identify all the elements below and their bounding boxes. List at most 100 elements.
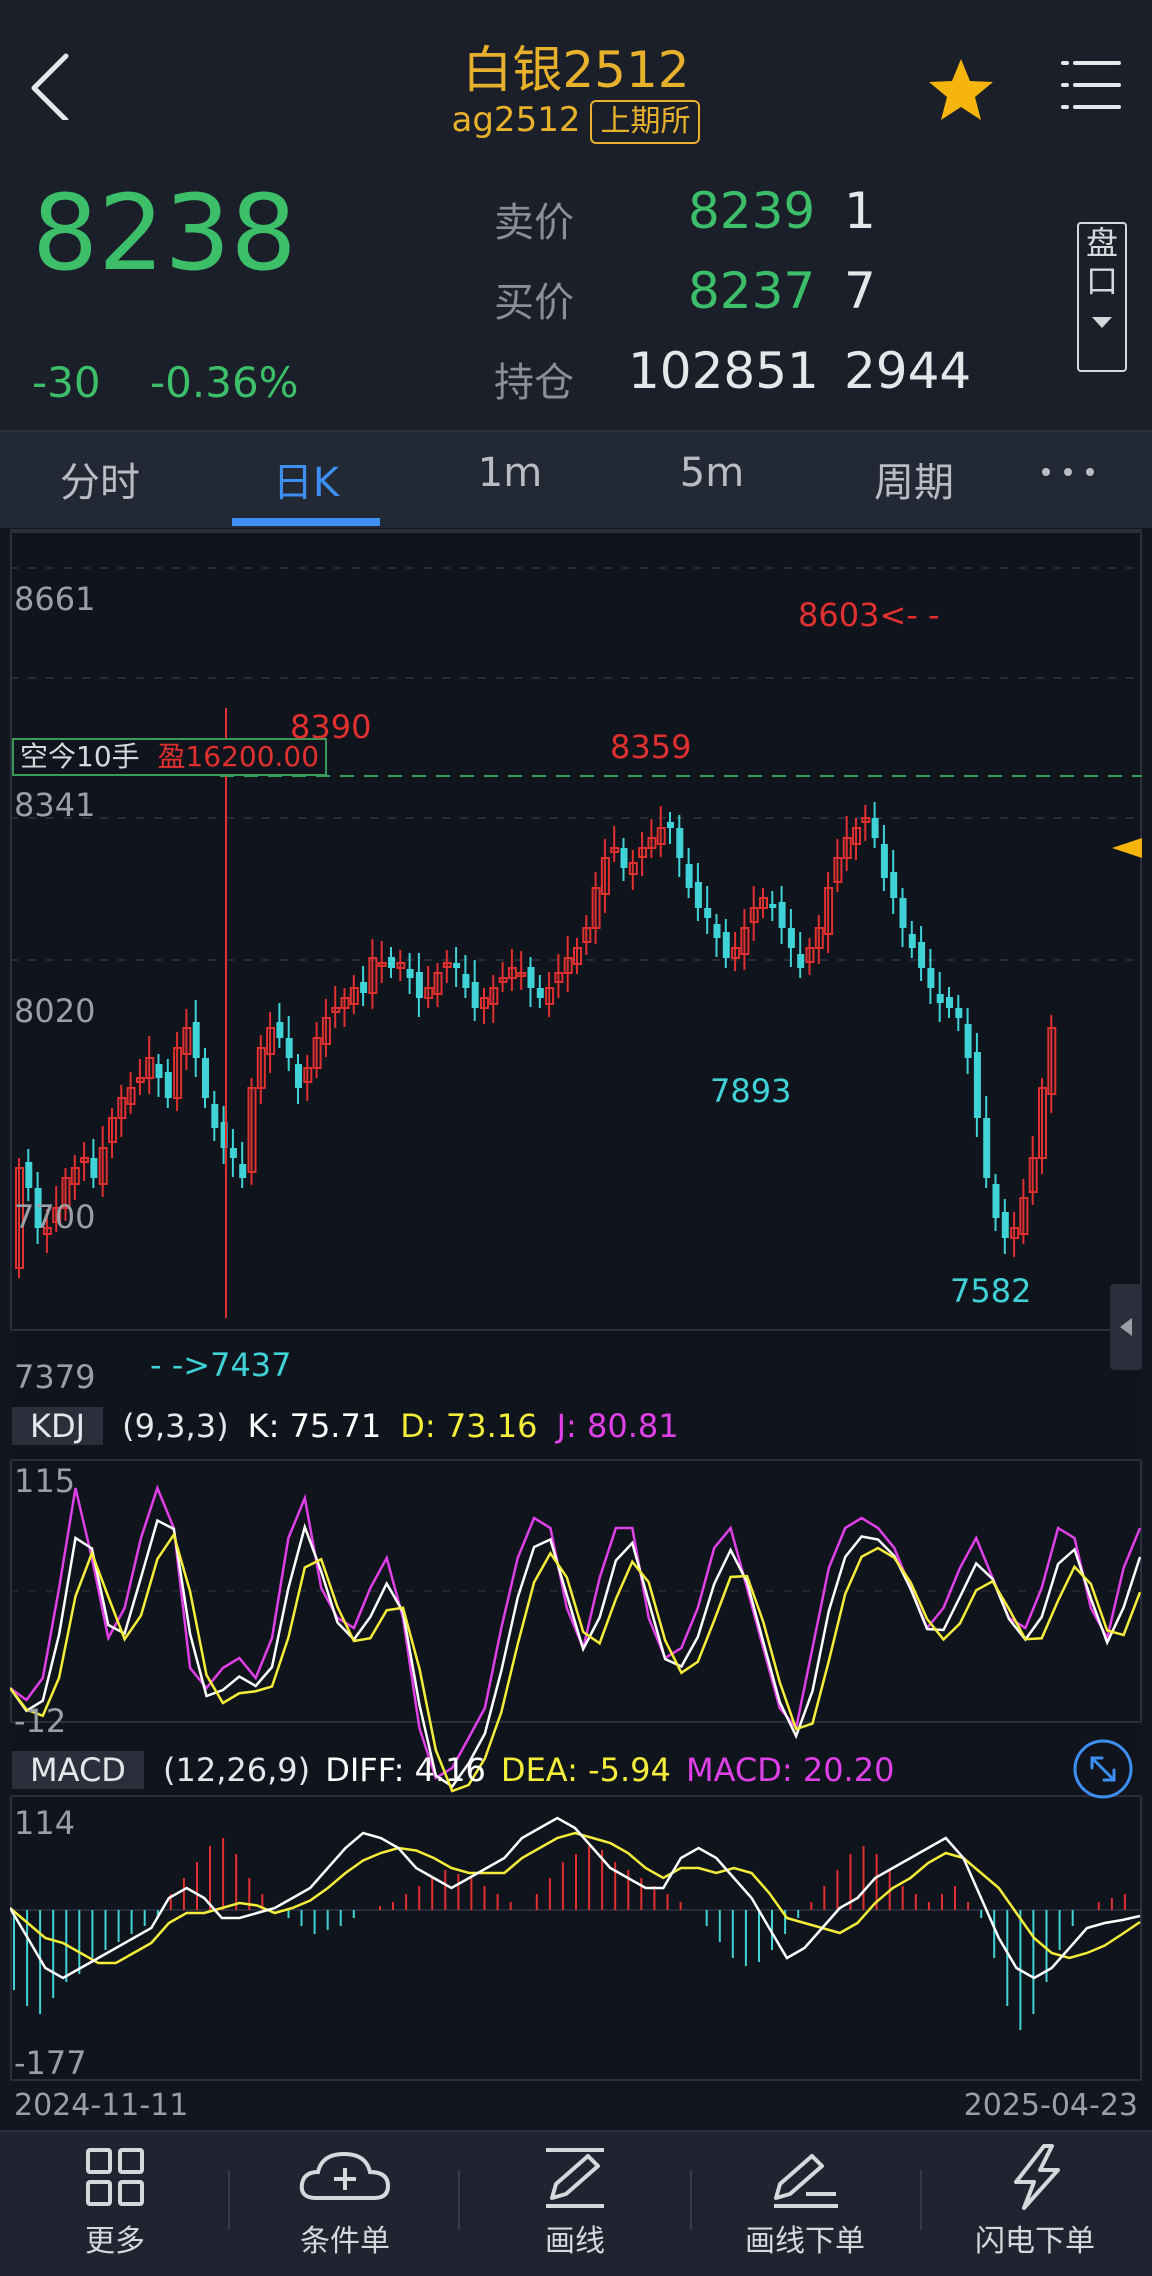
cloud-plus-icon	[299, 2151, 391, 2200]
current-price-marker-icon	[1112, 838, 1142, 858]
collapse-panel-handle[interactable]	[1110, 1284, 1142, 1370]
candle-body	[871, 818, 879, 838]
more-dots-icon[interactable]	[1040, 462, 1096, 482]
candle-body	[360, 982, 368, 993]
candle-body	[453, 963, 461, 968]
candle-body	[25, 1162, 33, 1188]
y-tick-7379: 7379	[14, 1358, 96, 1396]
tab-intraday[interactable]: 分时	[10, 450, 190, 508]
last-price: 8238	[32, 172, 297, 294]
candle-body	[955, 1008, 963, 1018]
macd-diff-value: DIFF: 4.16	[325, 1751, 486, 1789]
tab-period[interactable]: 周期	[824, 450, 1004, 508]
kdj-y-max: 115	[14, 1462, 76, 1500]
candle-body	[722, 932, 730, 958]
nav-draw-line-order-button[interactable]: 画线下单	[690, 2142, 920, 2259]
macd-indicator-button[interactable]: MACD	[12, 1751, 144, 1789]
candle-body	[90, 1158, 98, 1178]
candle-body	[471, 982, 479, 1008]
nav-more-label: 更多	[85, 2224, 145, 2259]
macd-params: (12,26,9)	[163, 1751, 311, 1789]
nav-conditional-order-button[interactable]: 条件单	[230, 2142, 460, 2259]
candle-body	[415, 972, 423, 998]
y-tick-8341: 8341	[14, 786, 96, 824]
caret-left-icon	[1120, 1318, 1132, 1336]
open-interest: 102851	[628, 342, 819, 400]
candle-body	[164, 1072, 172, 1098]
ask-price: 8239	[688, 182, 816, 240]
macd-dea-value: DEA: -5.94	[500, 1751, 671, 1789]
candle-body	[229, 1148, 237, 1158]
tab-1m[interactable]: 1m	[420, 450, 600, 496]
candle-body	[797, 954, 805, 968]
grid-icon	[86, 2148, 144, 2206]
expand-fullscreen-icon[interactable]	[1072, 1738, 1134, 1800]
price-change-percent: -0.36%	[150, 358, 299, 407]
annotation-high-8603: 8603<- -	[798, 596, 940, 634]
candle-body	[462, 974, 470, 988]
kdj-k-value: K: 75.71	[247, 1407, 382, 1445]
kdj-y-min: -12	[14, 1702, 67, 1740]
contract-code: ag2512	[451, 100, 581, 140]
candle-body	[676, 828, 684, 858]
position-label: 空今10手	[20, 740, 140, 773]
macd-header: MACD (12,26,9) DIFF: 4.16 DEA: -5.94 MAC…	[12, 1748, 1092, 1792]
candle-body	[527, 967, 535, 988]
candle-body	[192, 1022, 200, 1058]
position-tag[interactable]: 空今10手 盈16200.00	[12, 738, 328, 776]
nav-conditional-order-label: 条件单	[300, 2224, 390, 2259]
candle-body	[211, 1104, 219, 1128]
nav-more-button[interactable]: 更多	[0, 2142, 230, 2259]
candle-body	[202, 1058, 209, 1098]
caret-down-icon	[1092, 317, 1112, 328]
candle-body	[769, 904, 777, 908]
candle-body	[890, 872, 898, 898]
candle-body	[620, 848, 628, 868]
candle-body	[918, 942, 926, 968]
candle-body	[704, 908, 712, 918]
kdj-d-value: D: 73.16	[400, 1407, 538, 1445]
candle-body	[388, 957, 395, 968]
annotation-high-8390: 8390	[290, 708, 372, 746]
menu-list-icon[interactable]	[1060, 58, 1122, 112]
candle-body	[667, 822, 674, 828]
annotation-low-7582: 7582	[950, 1272, 1032, 1310]
candle-body	[787, 928, 795, 948]
annotation-low-7437: - ->7437	[150, 1346, 292, 1384]
order-book-char-2: 口	[1085, 262, 1118, 300]
order-book-char-1: 盘	[1085, 224, 1118, 262]
candle-body	[285, 1038, 293, 1058]
candle-body	[908, 934, 916, 948]
nav-draw-line-order-label: 画线下单	[745, 2224, 865, 2259]
nav-draw-line-label: 画线	[545, 2224, 605, 2259]
annotation-high-8359: 8359	[610, 728, 692, 766]
y-tick-8020: 8020	[14, 992, 96, 1030]
candle-body	[1001, 1212, 1009, 1238]
nav-flash-order-button[interactable]: 闪电下单	[920, 2142, 1150, 2259]
candle-body	[295, 1064, 302, 1088]
candle-body	[927, 968, 935, 988]
tab-daily-k[interactable]: 日K	[216, 450, 396, 508]
bid-price: 8237	[688, 262, 816, 320]
kdj-indicator-button[interactable]: KDJ	[12, 1407, 104, 1445]
candle-body	[936, 994, 944, 1003]
candle-body	[946, 997, 953, 1008]
bid-label: 买价	[494, 280, 574, 326]
kdj-header: KDJ (9,3,3) K: 75.71 D: 73.16 J: 80.81	[12, 1404, 1142, 1448]
bid-volume: 7	[844, 262, 876, 320]
candle-body	[155, 1064, 163, 1078]
tab-5m[interactable]: 5m	[622, 450, 802, 496]
lightning-icon	[1014, 2144, 1060, 2210]
nav-draw-line-button[interactable]: 画线	[460, 2142, 690, 2259]
candle-body	[276, 1022, 284, 1038]
candle-body	[992, 1184, 1000, 1218]
annotation-low-7893: 7893	[710, 1072, 792, 1110]
macd-y-max: 114	[14, 1804, 76, 1842]
pen-order-icon	[774, 2154, 838, 2208]
candle-body	[973, 1052, 981, 1118]
candle-body	[694, 882, 702, 908]
candle-body	[406, 969, 414, 978]
favorite-star-icon[interactable]	[926, 55, 996, 125]
y-tick-8661: 8661	[14, 580, 96, 618]
order-book-toggle[interactable]: 盘 口	[1077, 222, 1127, 372]
